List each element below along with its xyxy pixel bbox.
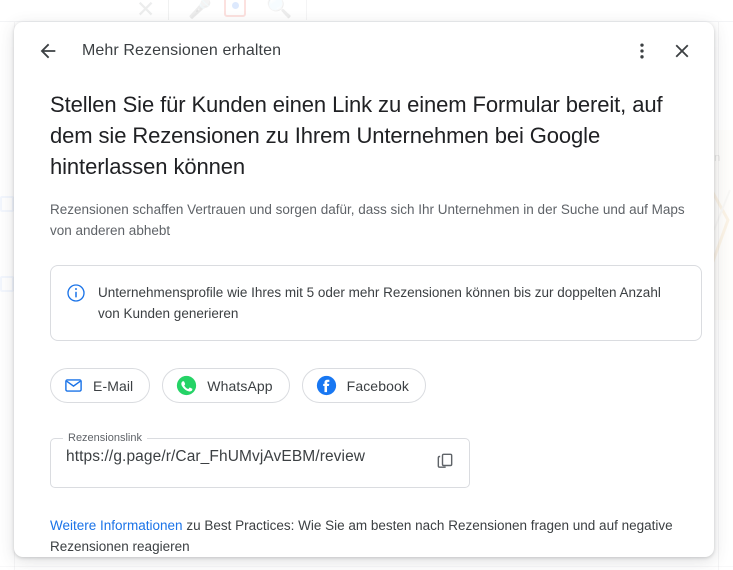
info-circle-icon <box>67 284 85 302</box>
dialog-headline: Stellen Sie für Kunden einen Link zu ein… <box>50 92 663 179</box>
dialog-title: Mehr Rezensionen erhalten <box>82 41 282 59</box>
microphone-icon: 🎤 <box>188 0 212 20</box>
background-bottom-edge <box>0 566 733 567</box>
close-icon: ✕ <box>136 0 156 22</box>
review-link-value[interactable]: https://g.page/r/Car_FhUMvjAvEBM/review <box>66 448 365 466</box>
share-buttons-row: E-Mail WhatsApp Facebook <box>50 368 690 403</box>
whatsapp-icon <box>177 375 197 396</box>
email-icon <box>65 379 82 392</box>
close-icon <box>675 44 689 57</box>
divider <box>168 0 169 20</box>
review-link-field[interactable]: Rezensionslink https://g.page/r/Car_FhUM… <box>50 432 470 488</box>
dialog-header: Mehr Rezensionen erhalten <box>14 22 714 79</box>
more-information-link[interactable]: Weitere Informationen <box>50 518 183 533</box>
share-whatsapp-button[interactable]: WhatsApp <box>162 368 290 403</box>
review-link-legend: Rezensionslink <box>68 432 142 444</box>
dialog-subtitle: Rezensionen schaffen Vertrauen und sorge… <box>50 202 685 238</box>
copy-link-button[interactable] <box>429 444 461 476</box>
divider <box>306 0 307 20</box>
info-callout-text: Unternehmensprofile wie Ihres mit 5 oder… <box>98 285 661 321</box>
background-placeholder-icon <box>0 276 14 292</box>
info-callout: Unternehmensprofile wie Ihres mit 5 oder… <box>50 265 702 341</box>
search-icon: 🔍 <box>266 0 293 19</box>
footer-note: Weitere Informationen zu Best Practices:… <box>50 515 690 557</box>
share-facebook-label: Facebook <box>346 377 409 394</box>
close-button[interactable] <box>662 31 702 71</box>
dialog-body: Stellen Sie für Kunden einen Link zu ein… <box>14 89 714 557</box>
share-email-label: E-Mail <box>93 377 134 394</box>
more-options-button[interactable] <box>622 31 662 71</box>
copy-icon <box>437 453 453 468</box>
arrow-back-icon <box>40 43 56 58</box>
back-button[interactable] <box>28 31 68 71</box>
get-more-reviews-dialog: Mehr Rezensionen erhalten Stellen Sie fü… <box>14 22 714 557</box>
facebook-icon <box>316 375 336 396</box>
background-placeholder-icon <box>0 196 14 212</box>
share-facebook-button[interactable]: Facebook <box>301 368 426 403</box>
background-right-edge <box>718 22 719 570</box>
camera-lens-icon <box>232 2 239 9</box>
background-search-bar <box>0 0 733 22</box>
more-vert-icon <box>640 43 644 58</box>
share-whatsapp-label: WhatsApp <box>207 377 273 394</box>
share-email-button[interactable]: E-Mail <box>50 368 151 403</box>
